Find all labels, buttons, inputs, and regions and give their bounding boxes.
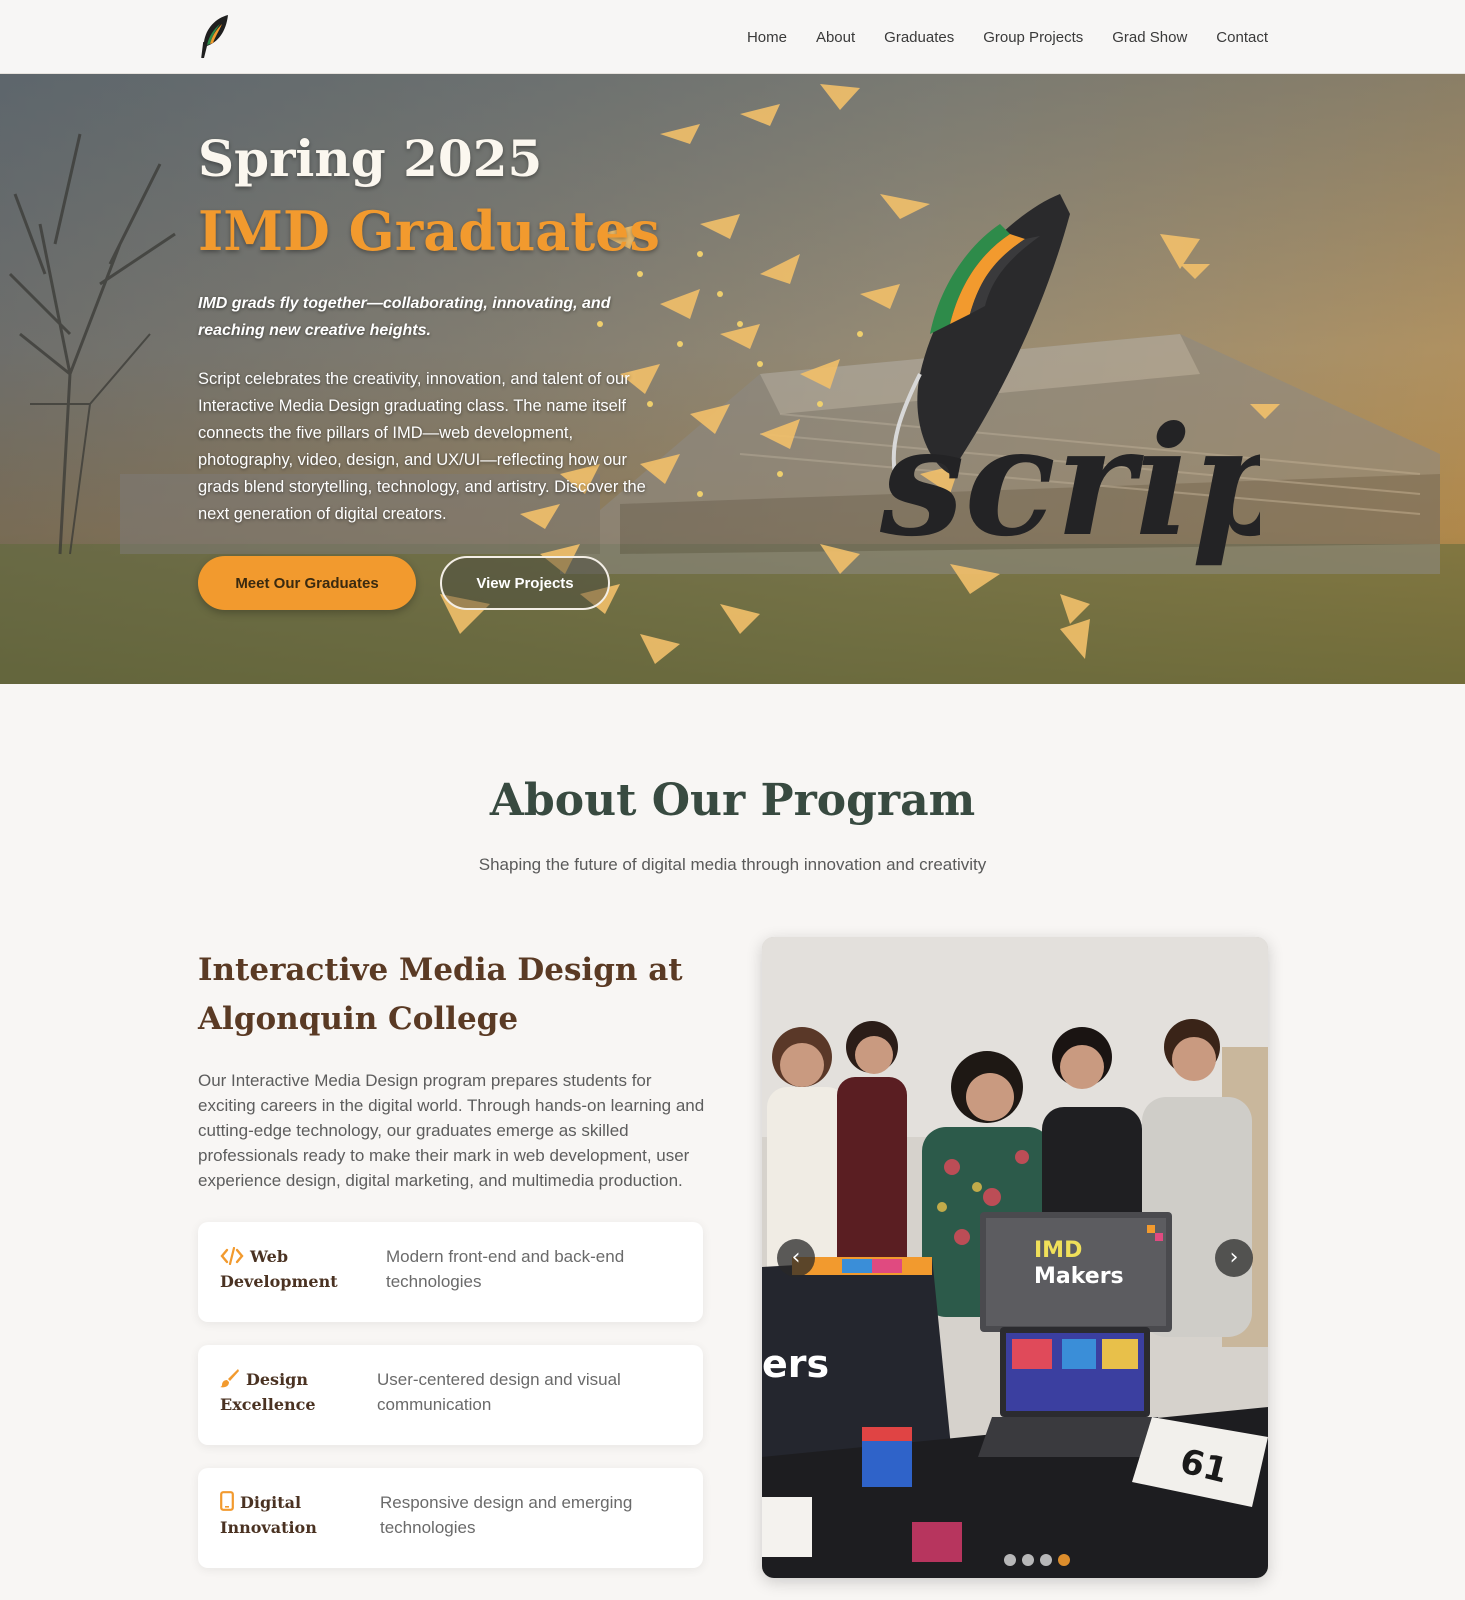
monitor-text-imd: IMD xyxy=(1034,1238,1082,1263)
nav-link-contact[interactable]: Contact xyxy=(1216,29,1268,46)
script-brand-logo: script xyxy=(880,194,1260,570)
carousel-next-button[interactable]: › xyxy=(1215,1239,1253,1277)
hero-description: Script celebrates the creativity, innova… xyxy=(198,370,646,523)
hero-tagline: IMD grads fly together—collaborating, in… xyxy=(198,295,611,339)
quill-logo-icon[interactable] xyxy=(198,14,230,60)
carousel-dot-3[interactable] xyxy=(1040,1554,1052,1566)
nav-link-grad-show[interactable]: Grad Show xyxy=(1112,29,1187,46)
program-description: Our Interactive Media Design program pre… xyxy=(198,1071,705,1190)
carousel-dot-2[interactable] xyxy=(1022,1554,1034,1566)
top-navigation: Home About Graduates Group Projects Grad… xyxy=(0,0,1465,74)
script-wordmark: script xyxy=(880,394,1260,570)
hero-text-block: Spring 2025 IMD Graduates IMD grads fly … xyxy=(198,124,660,528)
feature-title: Digital Innovation xyxy=(220,1490,370,1540)
hero-title-graduates: IMD Graduates xyxy=(198,199,660,263)
feature-card-digital-innovation: Digital Innovation Responsive design and… xyxy=(198,1468,703,1568)
carousel-prev-button[interactable]: ‹ xyxy=(777,1239,815,1277)
hero-section: Spring 2025 IMD Graduates IMD grads fly … xyxy=(0,74,1465,684)
poster-text: ers xyxy=(762,1342,829,1386)
code-icon xyxy=(220,1247,244,1265)
feature-description: User-centered design and visual communic… xyxy=(377,1370,621,1414)
hero-title-season: Spring 2025 xyxy=(198,129,543,188)
feature-title: Design Excellence xyxy=(220,1367,370,1417)
nav-link-group-projects[interactable]: Group Projects xyxy=(983,29,1083,46)
hero-buttons: Meet Our Graduates View Projects xyxy=(198,556,610,610)
about-heading: About Our Program xyxy=(489,775,976,826)
about-subheading: Shaping the future of digital media thro… xyxy=(478,855,987,874)
program-title: Interactive Media Design at Algonquin Co… xyxy=(198,952,683,1037)
feature-description: Responsive design and emerging technolog… xyxy=(380,1493,633,1537)
monitor-text-makers: Makers xyxy=(1034,1264,1124,1289)
feature-title: Web Development xyxy=(220,1244,370,1294)
meet-graduates-button[interactable]: Meet Our Graduates xyxy=(198,556,416,610)
carousel-indicators xyxy=(762,1554,1268,1566)
photo-carousel[interactable]: ers IMD Makers 61 ‹ › xyxy=(762,937,1268,1578)
nav-link-about[interactable]: About xyxy=(816,29,855,46)
mobile-icon xyxy=(220,1491,234,1511)
nav-link-graduates[interactable]: Graduates xyxy=(884,29,954,46)
paintbrush-icon xyxy=(220,1369,239,1388)
feature-card-web-development: Web Development Modern front-end and bac… xyxy=(198,1222,703,1322)
carousel-dot-4[interactable] xyxy=(1058,1554,1070,1566)
nav-links: Home About Graduates Group Projects Grad… xyxy=(718,0,1268,74)
carousel-photo-graduates: ers IMD Makers 61 xyxy=(762,937,1268,1578)
view-projects-button[interactable]: View Projects xyxy=(440,556,610,610)
feature-description: Modern front-end and back-end technologi… xyxy=(386,1247,625,1291)
feature-card-design-excellence: Design Excellence User-centered design a… xyxy=(198,1345,703,1445)
feature-title-text: Digital Innovation xyxy=(220,1493,317,1537)
carousel-dot-1[interactable] xyxy=(1004,1554,1016,1566)
nav-link-home[interactable]: Home xyxy=(747,29,787,46)
